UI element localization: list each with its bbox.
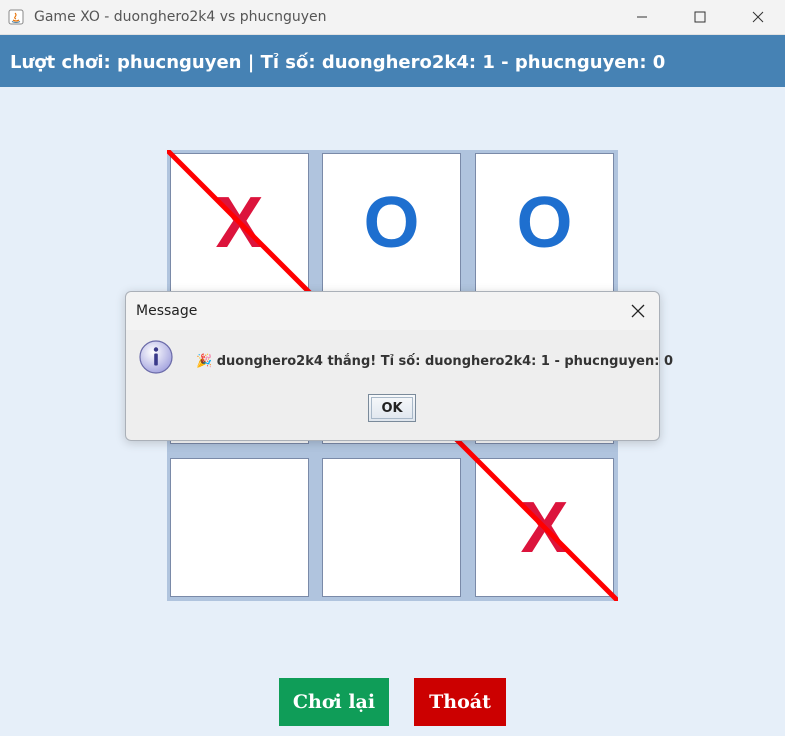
board-cell-7[interactable] — [322, 458, 461, 597]
ok-button[interactable]: OK — [368, 394, 416, 422]
cell-mark: X — [520, 487, 569, 568]
dialog-close-icon[interactable] — [629, 302, 647, 320]
java-app-icon — [8, 9, 24, 25]
minimize-icon — [637, 16, 647, 18]
board-cell-1[interactable]: O — [322, 153, 461, 292]
board-cell-8[interactable]: X — [475, 458, 614, 597]
cell-mark: X — [215, 182, 264, 263]
close-button[interactable] — [733, 0, 783, 34]
dialog-title: Message — [136, 303, 198, 319]
title-bar: Game XO - duonghero2k4 vs phucnguyen — [0, 0, 785, 35]
window-title: Game XO - duonghero2k4 vs phucnguyen — [34, 9, 327, 25]
message-dialog: Message 🎉 duonghero2k4 thắng! Tỉ số: duo… — [125, 291, 673, 441]
close-icon — [752, 11, 764, 23]
maximize-button[interactable] — [675, 0, 725, 34]
maximize-icon — [694, 11, 706, 23]
board-cell-6[interactable] — [170, 458, 309, 597]
replay-button[interactable]: Chơi lại — [279, 678, 389, 726]
cell-mark: O — [363, 182, 420, 263]
dialog-title-bar: Message — [126, 292, 659, 330]
dialog-message: 🎉 duonghero2k4 thắng! Tỉ số: duonghero2k… — [196, 354, 674, 369]
turn-score-label: Lượt chơi: phucnguyen | Tỉ số: duonghero… — [10, 52, 666, 73]
info-icon — [139, 340, 173, 374]
exit-button[interactable]: Thoát — [414, 678, 506, 726]
ok-label: OK — [381, 400, 403, 416]
cell-mark: O — [516, 182, 573, 263]
game-window: Game XO - duonghero2k4 vs phucnguyen Lượ… — [0, 0, 785, 736]
board-cell-0[interactable]: X — [170, 153, 309, 292]
status-bar: Lượt chơi: phucnguyen | Tỉ số: duonghero… — [0, 35, 785, 87]
board-cell-2[interactable]: O — [475, 153, 614, 292]
minimize-button[interactable] — [617, 0, 667, 34]
